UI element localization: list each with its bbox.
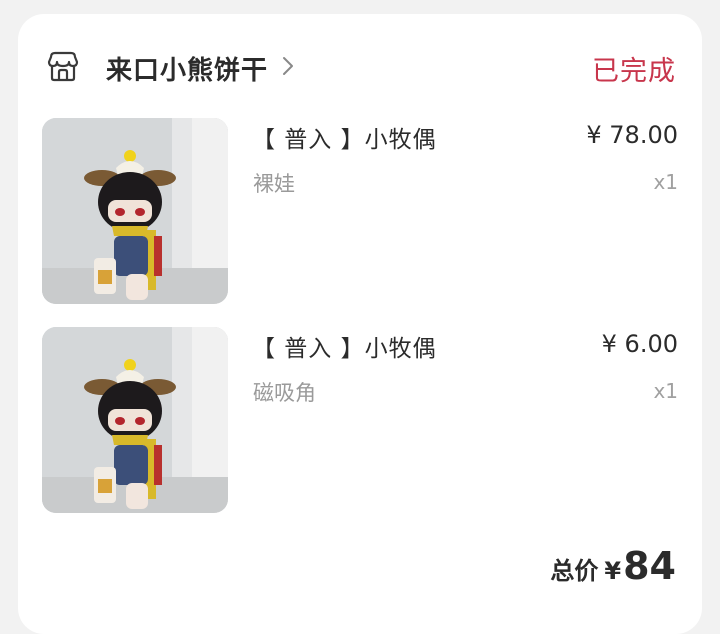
order-total: 总价 ¥ 84	[550, 544, 676, 588]
order-item[interactable]: 【 普入 】小牧偶 磁吸角 ¥ 6.00 x1	[42, 327, 678, 513]
chevron-right-icon[interactable]	[268, 56, 294, 80]
item-qty: x1	[653, 379, 678, 403]
item-title[interactable]: 【 普入 】小牧偶	[252, 329, 437, 363]
product-image[interactable]	[42, 327, 228, 513]
shop-name[interactable]: 来口小熊饼干	[106, 50, 268, 87]
item-spec: 裸娃	[253, 172, 295, 196]
item-price: ¥ 6.00	[601, 330, 678, 358]
shop-icon[interactable]	[46, 49, 106, 87]
total-currency: ¥	[604, 557, 622, 585]
item-qty: x1	[653, 170, 678, 194]
order-status: 已完成	[592, 55, 676, 87]
order-item[interactable]: 【 普入 】小牧偶 裸娃 ¥ 78.00 x1	[42, 118, 678, 304]
item-spec: 磁吸角	[253, 381, 316, 405]
total-label: 总价	[550, 557, 599, 585]
item-price: ¥ 78.00	[586, 121, 678, 149]
item-title[interactable]: 【 普入 】小牧偶	[252, 120, 437, 154]
order-card[interactable]: 来口小熊饼干 已完成 【 普入 】小牧偶 裸娃 ¥ 78.00 x1 【 普入 …	[18, 14, 702, 634]
order-header: 来口小熊饼干 已完成	[46, 48, 676, 88]
product-image[interactable]	[42, 118, 228, 304]
total-value: 84	[623, 544, 676, 588]
